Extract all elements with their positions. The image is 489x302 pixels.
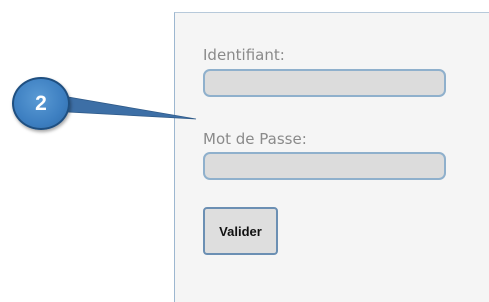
- submit-button[interactable]: Valider: [203, 207, 278, 255]
- password-input[interactable]: [203, 152, 446, 180]
- password-label: Mot de Passe:: [203, 130, 307, 148]
- callout-number: 2: [35, 91, 47, 115]
- callout-badge: 2: [12, 77, 70, 130]
- login-panel: Identifiant: Mot de Passe: Valider: [174, 12, 489, 302]
- username-input[interactable]: [203, 69, 446, 97]
- username-label: Identifiant:: [203, 46, 285, 64]
